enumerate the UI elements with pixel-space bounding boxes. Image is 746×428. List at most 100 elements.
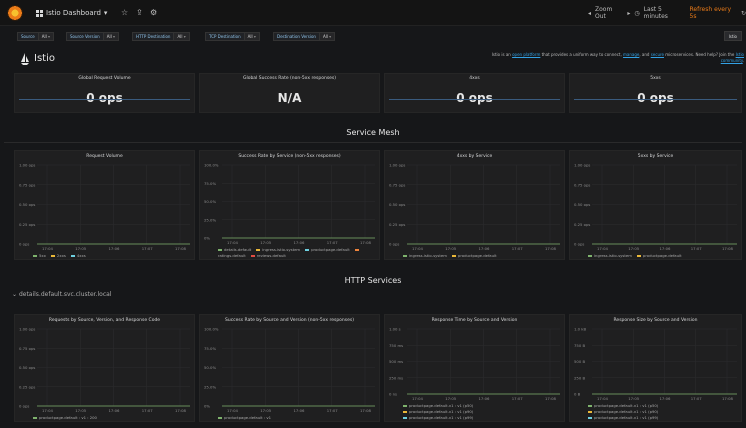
mesh-panel-3[interactable]: 5xxs by Service 1.00 ops 0.75 ops 0.50 ops 0…	[569, 150, 742, 260]
y-tick-label: 0.75 ops	[19, 182, 35, 187]
y-tick-label: 0.75 ops	[19, 346, 35, 351]
x-tick-label: 17:04	[42, 408, 54, 413]
y-tick-label: 1.00 s	[389, 327, 401, 332]
header-description: Istio is an open platform that provides …	[491, 52, 744, 63]
dashboard-title: Istio Dashboard	[46, 9, 101, 17]
refresh-interval[interactable]: Refresh every 5s	[690, 6, 737, 20]
x-tick-label: 17:06	[294, 408, 306, 413]
legend-color-swatch	[403, 405, 407, 407]
graph-plot: 100.0% 75.0% 50.0% 25.0% 0% 17:04 17:05 17:06 17…	[204, 327, 375, 413]
manage-link[interactable]: manage	[623, 52, 639, 57]
stat-value: 0 ops	[86, 91, 123, 105]
legend-item[interactable]: productpage.default : v1 : 200	[33, 415, 185, 421]
legend-item[interactable]: productpage.default.v1 : v1 (p99)	[403, 415, 555, 421]
zoom-out-button[interactable]: Zoom Out	[595, 6, 623, 20]
chevron-right-icon[interactable]: ▸	[627, 10, 630, 17]
stat-title: 5xxs	[650, 76, 661, 81]
stat-title: Global Success Rate (non-5xx responses)	[242, 76, 337, 81]
stat-panel-success-rate[interactable]: Global Success Rate (non-5xx responses) …	[199, 73, 380, 113]
legend-item[interactable]: reviews.default	[250, 253, 286, 258]
settings-gear-icon[interactable]: ⚙	[150, 7, 157, 19]
legend-item[interactable]: productpage.default	[305, 247, 350, 252]
y-tick-label: 25.0%	[204, 217, 216, 222]
open-platform-link[interactable]: open platform	[512, 52, 540, 57]
http-panel-3[interactable]: Response Size by Source and Version 1.0 k…	[569, 314, 742, 422]
legend-item[interactable]: 5xx	[33, 253, 46, 258]
graph-plot: 100.0% 75.0% 50.0% 25.0% 0% 17:04 17:05 17:06 17…	[204, 163, 375, 245]
legend-item[interactable]: ingress.istio-system	[256, 247, 300, 252]
x-tick-label: 17:05	[445, 246, 457, 251]
variable-destination-version[interactable]: Destination Version All	[273, 32, 336, 41]
http-panel-1[interactable]: Success Rate by Source and Version (non-…	[199, 314, 380, 422]
service-row-title[interactable]: ⌄ details.default.svc.cluster.local	[12, 291, 111, 298]
clock-icon: ◷	[634, 9, 640, 17]
x-tick-label: 17:08	[545, 246, 557, 251]
y-tick-label: 0 ops	[389, 242, 399, 247]
y-tick-label: 250 B	[574, 375, 585, 380]
x-tick-label: 17:08	[360, 240, 372, 245]
y-tick-label: 0.25 ops	[19, 222, 35, 227]
legend-item[interactable]: productpage.default	[451, 253, 497, 258]
istio-dashboards-link[interactable]: Istio	[723, 31, 742, 41]
sparkline	[19, 99, 190, 100]
x-tick-label: 17:05	[75, 246, 87, 251]
x-tick-label: 17:06	[109, 246, 121, 251]
stat-panel-4xxs[interactable]: 4xxs 0 ops	[384, 73, 565, 113]
legend-color-swatch	[256, 249, 261, 251]
time-range-picker[interactable]: Last 5 minutes	[644, 6, 686, 20]
legend-color-swatch	[403, 255, 407, 257]
legend-item[interactable]: 2xxs	[50, 253, 66, 258]
graph-plot: 1.00 ops 0.75 ops 0.50 ops 0.25 ops 0 ops 17:…	[389, 163, 560, 251]
mesh-panel-2[interactable]: 4xxs by Service 1.00 ops 0.75 ops 0.50 ops 0…	[384, 150, 565, 260]
y-tick-label: 1.00 ops	[19, 163, 35, 168]
header-title: Istio	[34, 53, 55, 64]
x-tick-label: 17:07	[142, 246, 154, 251]
x-tick-label: 17:06	[109, 408, 121, 413]
variable-tcp-destination[interactable]: TCP Destination All	[205, 32, 260, 41]
x-tick-label: 17:07	[691, 396, 703, 401]
legend-color-swatch	[588, 411, 592, 413]
stat-panel-request-volume[interactable]: Global Request Volume 0 ops	[14, 73, 195, 113]
x-tick-label: 17:08	[722, 396, 734, 401]
y-tick-label: 0.50 ops	[19, 365, 35, 370]
row-separator	[4, 142, 742, 143]
http-panel-0[interactable]: Requests by Source, Version, and Respons…	[14, 314, 195, 422]
grafana-logo-icon[interactable]	[7, 5, 23, 21]
x-tick-label: 17:07	[327, 240, 339, 245]
share-icon[interactable]: ⇪	[136, 7, 143, 19]
secure-link[interactable]: secure	[651, 52, 664, 57]
legend-item[interactable]: ingress.istio-system	[588, 253, 632, 258]
legend-color-swatch	[305, 249, 310, 251]
refresh-icon[interactable]: ↻	[741, 10, 746, 17]
legend-item[interactable]: ingress.istio-system	[403, 253, 447, 258]
x-tick-label: 17:06	[479, 396, 491, 401]
variable-source-version[interactable]: Source Version All	[66, 32, 119, 41]
dashboard-picker[interactable]: Istio Dashboard ▾	[36, 7, 107, 19]
mesh-panel-0[interactable]: Request Volume 1.00 ops 0.75 ops 0.50 ops 0.…	[14, 150, 195, 260]
variable-source[interactable]: Source All	[17, 32, 54, 41]
legend-item[interactable]: productpage.default.v1 : v1 (p99)	[588, 415, 732, 421]
y-tick-label: 0 ops	[19, 404, 29, 409]
mesh-panel-1[interactable]: Success Rate by Service (non-5xx respons…	[199, 150, 380, 260]
http-panel-2[interactable]: Response Time by Source and Version 1.00 …	[384, 314, 565, 422]
star-icon[interactable]: ☆	[121, 7, 128, 19]
y-tick-label: 0 ops	[19, 242, 29, 247]
legend-color-swatch	[218, 249, 222, 251]
y-tick-label: 0 ops	[574, 242, 584, 247]
legend-item[interactable]: productpage.default : v1	[218, 415, 271, 420]
variable-http-destination[interactable]: HTTP Destination All	[132, 32, 190, 41]
row-title-service-mesh: Service Mesh	[346, 128, 400, 137]
graph-legend: productpage.default : v1 : 200	[33, 415, 190, 421]
graph-legend: productpage.default.v1 : v1 (p50) product…	[403, 403, 560, 421]
y-tick-label: 0.25 ops	[389, 222, 405, 227]
x-tick-label: 17:07	[512, 396, 524, 401]
legend-item[interactable]: details.default	[218, 247, 251, 252]
legend-color-swatch	[33, 417, 37, 419]
graph-legend: 5xx 2xxs 4xxs	[33, 253, 190, 259]
legend-item[interactable]: productpage.default	[636, 253, 682, 258]
chevron-left-icon[interactable]: ◂	[588, 10, 591, 17]
legend-item[interactable]: 4xxs	[70, 253, 86, 258]
stat-panel-5xxs[interactable]: 5xxs 0 ops	[569, 73, 742, 113]
y-tick-label: 1.00 ops	[19, 327, 35, 332]
sparkline	[389, 99, 560, 100]
